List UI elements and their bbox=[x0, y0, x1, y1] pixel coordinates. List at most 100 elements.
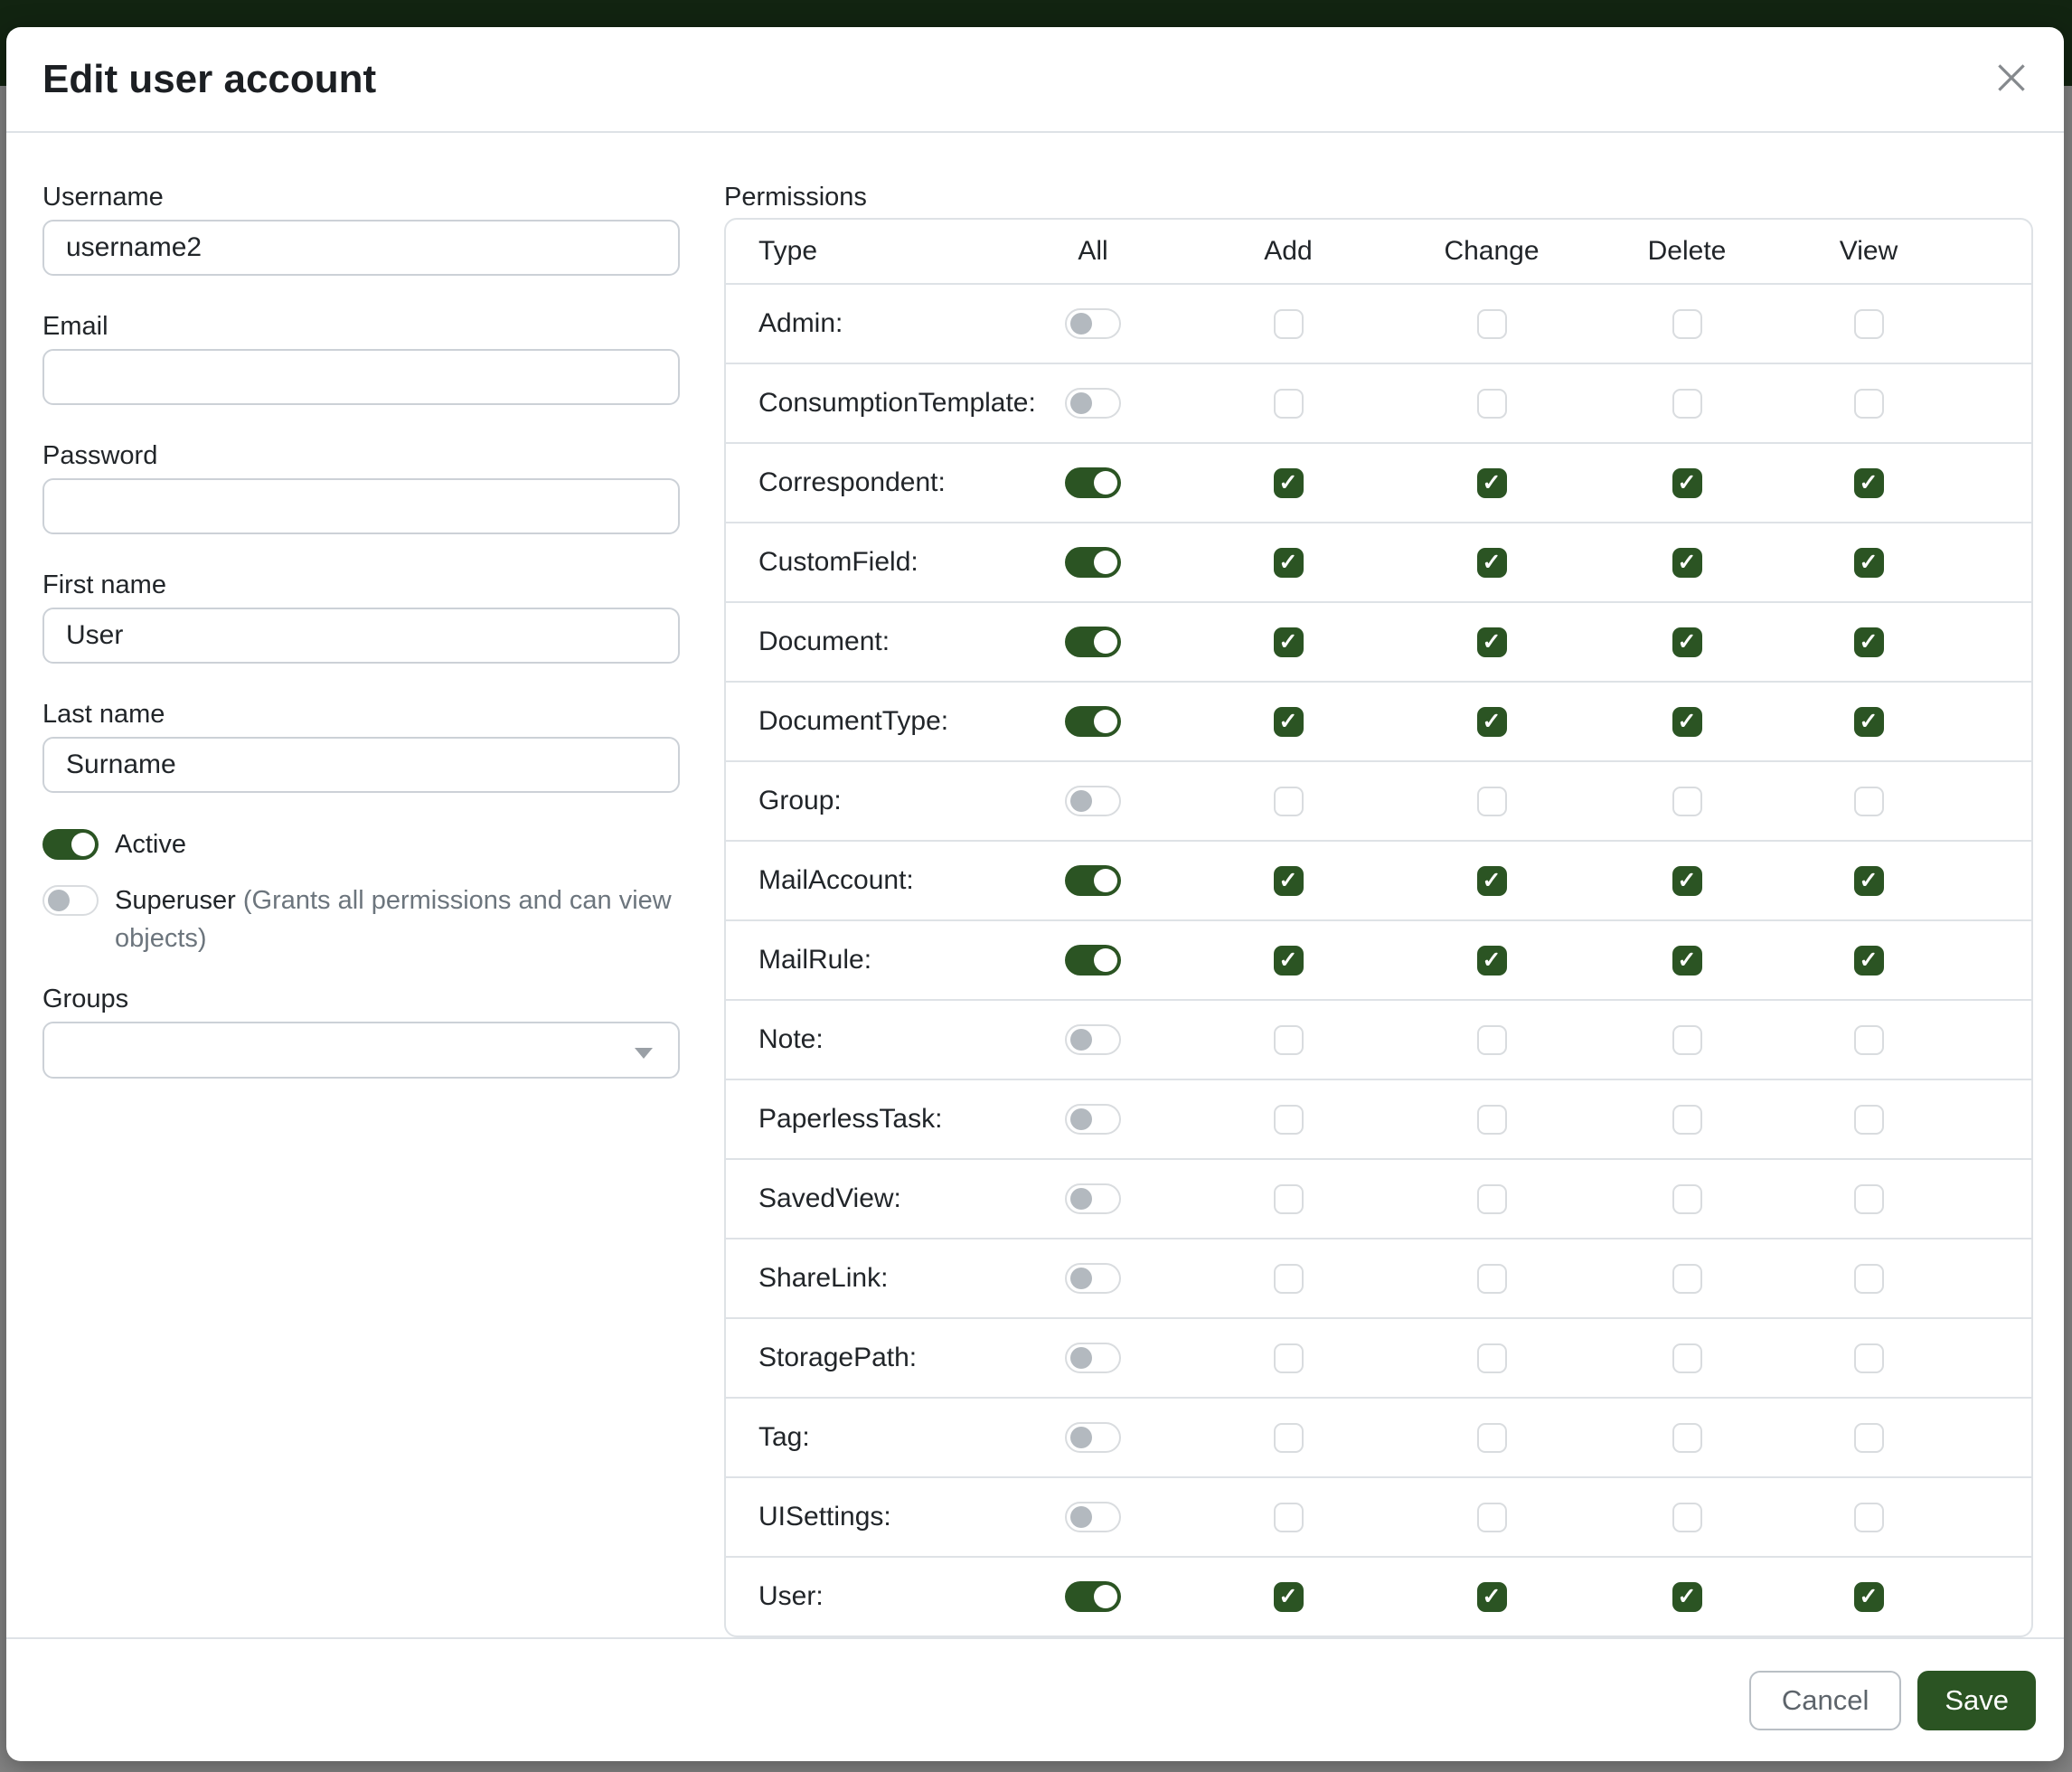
permission-checkbox-change[interactable] bbox=[1477, 468, 1507, 498]
permission-checkbox-delete[interactable] bbox=[1672, 309, 1702, 339]
permission-checkbox-view[interactable] bbox=[1854, 309, 1884, 339]
permission-toggle-all[interactable] bbox=[1065, 1581, 1121, 1612]
permission-checkbox-view[interactable] bbox=[1854, 787, 1884, 816]
permission-checkbox-change[interactable] bbox=[1477, 1503, 1507, 1532]
first-name-input[interactable] bbox=[42, 608, 680, 664]
permission-checkbox-delete[interactable] bbox=[1672, 707, 1702, 737]
permission-checkbox-view[interactable] bbox=[1854, 866, 1884, 896]
permission-checkbox-view[interactable] bbox=[1854, 548, 1884, 578]
permission-checkbox-add[interactable] bbox=[1274, 1264, 1304, 1294]
permission-checkbox-view[interactable] bbox=[1854, 946, 1884, 976]
permission-checkbox-delete[interactable] bbox=[1672, 468, 1702, 498]
permission-toggle-all[interactable] bbox=[1065, 706, 1121, 737]
permission-type-label: Tag: bbox=[726, 1422, 997, 1453]
permission-checkbox-delete[interactable] bbox=[1672, 389, 1702, 419]
permission-checkbox-add[interactable] bbox=[1274, 1184, 1304, 1214]
permission-checkbox-change[interactable] bbox=[1477, 946, 1507, 976]
permission-checkbox-delete[interactable] bbox=[1672, 627, 1702, 657]
permission-checkbox-add[interactable] bbox=[1274, 468, 1304, 498]
email-input[interactable] bbox=[42, 349, 680, 405]
permission-checkbox-delete[interactable] bbox=[1672, 1184, 1702, 1214]
permission-checkbox-change[interactable] bbox=[1477, 309, 1507, 339]
permission-checkbox-add[interactable] bbox=[1274, 389, 1304, 419]
permission-checkbox-add[interactable] bbox=[1274, 946, 1304, 976]
permission-checkbox-delete[interactable] bbox=[1672, 548, 1702, 578]
permission-checkbox-view[interactable] bbox=[1854, 627, 1884, 657]
permission-toggle-all[interactable] bbox=[1065, 467, 1121, 498]
permission-checkbox-change[interactable] bbox=[1477, 1423, 1507, 1453]
username-input[interactable] bbox=[42, 220, 680, 276]
permission-checkbox-view[interactable] bbox=[1854, 389, 1884, 419]
permission-checkbox-view[interactable] bbox=[1854, 1503, 1884, 1532]
permission-checkbox-view[interactable] bbox=[1854, 1343, 1884, 1373]
permission-toggle-all[interactable] bbox=[1065, 1343, 1121, 1373]
permission-checkbox-add[interactable] bbox=[1274, 1423, 1304, 1453]
permission-type-label: MailRule: bbox=[726, 945, 997, 976]
permission-checkbox-change[interactable] bbox=[1477, 787, 1507, 816]
permission-toggle-all[interactable] bbox=[1065, 1104, 1121, 1135]
permission-checkbox-delete[interactable] bbox=[1672, 1025, 1702, 1055]
permission-checkbox-change[interactable] bbox=[1477, 707, 1507, 737]
permission-checkbox-add[interactable] bbox=[1274, 548, 1304, 578]
permission-checkbox-change[interactable] bbox=[1477, 1184, 1507, 1214]
permission-checkbox-view[interactable] bbox=[1854, 707, 1884, 737]
permission-checkbox-view[interactable] bbox=[1854, 1184, 1884, 1214]
permission-type-label: ShareLink: bbox=[726, 1263, 997, 1294]
permission-checkbox-add[interactable] bbox=[1274, 309, 1304, 339]
permission-checkbox-delete[interactable] bbox=[1672, 1423, 1702, 1453]
permission-checkbox-change[interactable] bbox=[1477, 1264, 1507, 1294]
permission-toggle-all[interactable] bbox=[1065, 547, 1121, 578]
permission-toggle-all[interactable] bbox=[1065, 1502, 1121, 1532]
permission-checkbox-delete[interactable] bbox=[1672, 946, 1702, 976]
permission-checkbox-view[interactable] bbox=[1854, 1423, 1884, 1453]
permission-checkbox-add[interactable] bbox=[1274, 627, 1304, 657]
permission-toggle-all[interactable] bbox=[1065, 388, 1121, 419]
permission-checkbox-delete[interactable] bbox=[1672, 1343, 1702, 1373]
permission-toggle-all[interactable] bbox=[1065, 865, 1121, 896]
permission-checkbox-delete[interactable] bbox=[1672, 1105, 1702, 1135]
permission-checkbox-delete[interactable] bbox=[1672, 1503, 1702, 1532]
save-button[interactable]: Save bbox=[1917, 1671, 2036, 1730]
password-input[interactable] bbox=[42, 478, 680, 534]
permissions-table-body: Admin: ConsumptionTemplate: Corresponden… bbox=[726, 283, 2031, 1635]
permission-checkbox-view[interactable] bbox=[1854, 1105, 1884, 1135]
permission-checkbox-change[interactable] bbox=[1477, 1105, 1507, 1135]
cancel-button[interactable]: Cancel bbox=[1749, 1671, 1902, 1730]
permission-checkbox-add[interactable] bbox=[1274, 866, 1304, 896]
permission-checkbox-view[interactable] bbox=[1854, 1025, 1884, 1055]
permission-checkbox-add[interactable] bbox=[1274, 1025, 1304, 1055]
permission-checkbox-delete[interactable] bbox=[1672, 1582, 1702, 1612]
permission-checkbox-add[interactable] bbox=[1274, 707, 1304, 737]
permission-checkbox-view[interactable] bbox=[1854, 468, 1884, 498]
permission-toggle-all[interactable] bbox=[1065, 1422, 1121, 1453]
permission-checkbox-view[interactable] bbox=[1854, 1264, 1884, 1294]
permission-checkbox-view[interactable] bbox=[1854, 1582, 1884, 1612]
permission-toggle-all[interactable] bbox=[1065, 945, 1121, 976]
permission-checkbox-change[interactable] bbox=[1477, 1582, 1507, 1612]
permission-checkbox-delete[interactable] bbox=[1672, 787, 1702, 816]
last-name-input[interactable] bbox=[42, 737, 680, 793]
permission-checkbox-change[interactable] bbox=[1477, 1343, 1507, 1373]
close-button[interactable] bbox=[1986, 54, 2037, 105]
permission-toggle-all[interactable] bbox=[1065, 1263, 1121, 1294]
permission-checkbox-add[interactable] bbox=[1274, 1582, 1304, 1612]
permission-toggle-all[interactable] bbox=[1065, 308, 1121, 339]
permission-checkbox-change[interactable] bbox=[1477, 627, 1507, 657]
permission-checkbox-change[interactable] bbox=[1477, 389, 1507, 419]
superuser-toggle[interactable] bbox=[42, 885, 99, 916]
permission-checkbox-add[interactable] bbox=[1274, 787, 1304, 816]
groups-select[interactable] bbox=[42, 1022, 680, 1079]
permission-checkbox-add[interactable] bbox=[1274, 1503, 1304, 1532]
permission-checkbox-change[interactable] bbox=[1477, 866, 1507, 896]
permission-checkbox-change[interactable] bbox=[1477, 548, 1507, 578]
permission-checkbox-change[interactable] bbox=[1477, 1025, 1507, 1055]
permission-checkbox-add[interactable] bbox=[1274, 1343, 1304, 1373]
permission-toggle-all[interactable] bbox=[1065, 786, 1121, 816]
permission-checkbox-add[interactable] bbox=[1274, 1105, 1304, 1135]
permission-toggle-all[interactable] bbox=[1065, 627, 1121, 657]
permission-checkbox-delete[interactable] bbox=[1672, 1264, 1702, 1294]
active-toggle[interactable] bbox=[42, 829, 99, 860]
permission-checkbox-delete[interactable] bbox=[1672, 866, 1702, 896]
permission-toggle-all[interactable] bbox=[1065, 1024, 1121, 1055]
permission-toggle-all[interactable] bbox=[1065, 1183, 1121, 1214]
